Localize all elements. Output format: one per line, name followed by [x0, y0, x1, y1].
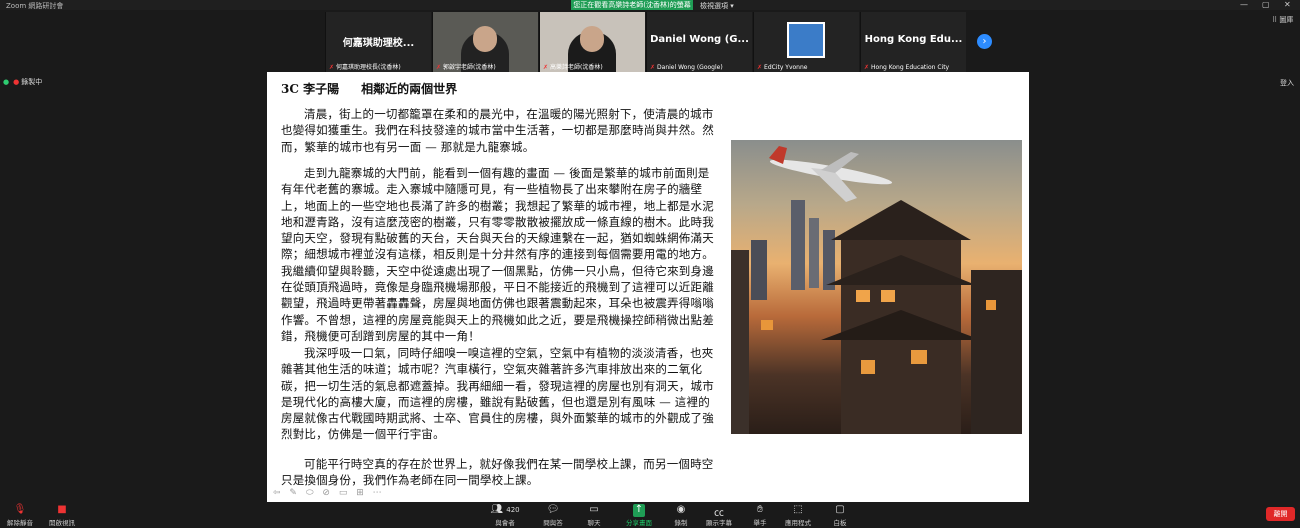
essay-title: 相鄰近的兩個世界 — [361, 82, 458, 96]
lit-window — [986, 300, 996, 310]
participant-name: Daniel Wong (G... — [650, 34, 749, 45]
qa-icon: 💬︎ — [546, 504, 560, 515]
whiteboard-button[interactable]: ▢ 白板 — [820, 504, 860, 527]
mic-muted-icon: ✗ — [757, 64, 763, 71]
share-screen-button[interactable]: ↑ 分享畫面 — [619, 504, 659, 527]
annotation-tool-more[interactable]: ⋯ — [373, 488, 382, 498]
mic-muted-icon: ✗ — [650, 64, 656, 71]
video-face — [473, 26, 497, 52]
raise-hand-button[interactable]: ✋︎ 舉手 — [740, 504, 780, 527]
share-banner: 您正在觀看高樂詩老師(沈香林)的螢幕 — [571, 0, 693, 10]
shield-icon: ● — [3, 78, 10, 86]
minimize-button[interactable]: — — [1240, 0, 1248, 9]
qa-button[interactable]: 💬︎ 問與答 — [533, 504, 573, 527]
video-face — [580, 26, 604, 52]
share-screen-icon: ↑ — [633, 504, 645, 517]
participant-tile[interactable]: Daniel Wong (G... ✗ Daniel Wong (Google) — [646, 12, 752, 72]
record-icon: ◉ — [676, 504, 686, 515]
chat-icon: ▭ — [589, 504, 599, 515]
video-off-icon: ■ — [57, 504, 67, 515]
unmute-button[interactable]: 🎙︎ 解除靜音 — [0, 504, 40, 527]
hand-icon: ✋︎ — [757, 504, 763, 515]
paragraph: 可能平行時空真的存在於世界上，就好像我們在某一間學校上課，而另一個時空只是換個身… — [281, 457, 714, 488]
participant-name: Hong Kong Edu... — [864, 34, 963, 45]
title-bar: Zoom 網路研討會 您正在觀看高樂詩老師(沈香林)的螢幕 檢視選項 ▾ — ▢… — [0, 0, 1300, 10]
participant-label: ✗ Daniel Wong (Google) — [650, 64, 723, 71]
mic-muted-icon: ✗ — [864, 64, 870, 71]
lit-window — [761, 320, 773, 330]
record-dot-icon: ● — [13, 78, 20, 86]
annotation-tool-pen[interactable]: ✎ — [289, 488, 297, 498]
shared-document: 3C 李子陽 相鄰近的兩個世界 清晨，街上的一切都籠罩在柔和的晨光中，在溫暖的陽光… — [267, 72, 1029, 502]
document-title: 3C 李子陽 相鄰近的兩個世界 — [281, 80, 457, 97]
paragraph: 我深呼吸一口氣，同時仔細嗅一嗅這裡的空氣，空氣中有植物的淡淡清香，也夾雜著其他生… — [281, 346, 714, 442]
annotation-tool-box[interactable]: ▭ — [339, 488, 348, 498]
leave-button[interactable]: 離開 — [1266, 507, 1295, 521]
participant-name: 何嘉琪助理校... — [342, 38, 415, 49]
next-page-icon[interactable]: › — [977, 34, 992, 49]
apps-icon: ⬚ — [793, 504, 803, 515]
mic-muted-icon: 🎙︎ — [13, 504, 27, 515]
participant-tile[interactable]: ✗ EdCity Yvonne — [753, 12, 859, 72]
gallery-view-button[interactable]: ⠿ 圖庫 — [1272, 15, 1293, 25]
kowloon-walled-city-image — [731, 140, 1022, 434]
lit-window — [856, 290, 870, 302]
skyscraper — [791, 200, 805, 290]
shared-thumbnail — [787, 22, 825, 58]
view-options-button[interactable]: 檢視選項 ▾ — [700, 1, 734, 11]
old-building — [971, 270, 1022, 434]
participant-label: ✗ 郭啟宇老師(沈香林) — [436, 64, 496, 71]
close-button[interactable]: ✕ — [1284, 0, 1291, 9]
whiteboard-icon: ▢ — [835, 504, 845, 515]
participant-tile[interactable]: Hong Kong Edu... ✗ Hong Kong Education Ci… — [860, 12, 966, 72]
mic-muted-icon: ✗ — [329, 64, 335, 71]
lit-window — [861, 360, 875, 374]
cc-icon: ㏄ — [714, 508, 724, 519]
participant-tile[interactable]: ✗ 郭啟宇老師(沈香林) — [432, 12, 538, 72]
captions-button[interactable]: ㏄顯示字幕 — [699, 504, 739, 527]
airplane-icon — [769, 146, 893, 202]
app-title: Zoom 網路研討會 — [6, 2, 64, 10]
paragraph: 走到九龍寨城的大門前，能看到一個有趣的畫面 — 後面是繁華的城市前面則是有年代老… — [281, 166, 714, 343]
login-button[interactable]: 登入 — [1280, 78, 1294, 88]
participant-label: ✗ 高樂詩老師(沈香林) — [543, 64, 603, 71]
recording-indicator: ● ● 錄製中 — [3, 77, 42, 87]
participants-icon: 👥︎ 420 — [490, 504, 520, 515]
recording-label: 錄製中 — [21, 78, 43, 86]
paragraph: 清晨，街上的一切都籠罩在柔和的晨光中，在溫暖的陽光照射下，使清晨的城市也變得如獲… — [281, 107, 714, 154]
participant-tile[interactable]: ✗ 高樂詩老師(沈香林) — [539, 12, 645, 72]
participant-tile[interactable]: 何嘉琪助理校... ✗ 何嘉琪助理校長(沈香林) — [325, 12, 431, 72]
annotation-tool-back[interactable]: ⇦ — [273, 488, 281, 498]
participant-label: ✗ Hong Kong Education City — [864, 64, 950, 71]
participants-button[interactable]: 👥︎ 420 與會者 — [485, 504, 525, 527]
apps-button[interactable]: ⬚ 應用程式 — [778, 504, 818, 527]
old-building — [731, 250, 749, 434]
mic-muted-icon: ✗ — [543, 64, 549, 71]
illustration — [731, 146, 1022, 434]
start-video-button[interactable]: ■ 開啟視訊 — [42, 504, 82, 527]
meeting-toolbar: 🎙︎ 解除靜音 ■ 開啟視訊 👥︎ 420 與會者 💬︎ 問與答 ▭ 聊天 ↑ 分享畫面 ◉… — [0, 502, 1300, 528]
annotation-toolbar: ⇦ ✎ ⬭ ⊘ ▭ ⊞ ⋯ — [273, 488, 388, 500]
record-button[interactable]: ◉ 錄制 — [661, 504, 701, 527]
annotation-tool-shape[interactable]: ⬭ — [306, 488, 314, 498]
chat-button[interactable]: ▭ 聊天 — [574, 504, 614, 527]
annotation-tool-erase[interactable]: ⊘ — [322, 488, 330, 498]
skyscraper — [751, 240, 767, 300]
participant-label: ✗ 何嘉琪助理校長(沈香林) — [329, 64, 401, 71]
lit-window — [881, 290, 895, 302]
skyscraper — [809, 218, 819, 288]
annotation-tool-grid[interactable]: ⊞ — [356, 488, 364, 498]
lit-window — [911, 350, 927, 364]
pagoda-roof — [831, 200, 971, 240]
participant-label: ✗ EdCity Yvonne — [757, 64, 808, 71]
restore-button[interactable]: ▢ — [1262, 0, 1270, 9]
mic-muted-icon: ✗ — [436, 64, 442, 71]
student-class: 3C 李子陽 — [281, 82, 340, 96]
